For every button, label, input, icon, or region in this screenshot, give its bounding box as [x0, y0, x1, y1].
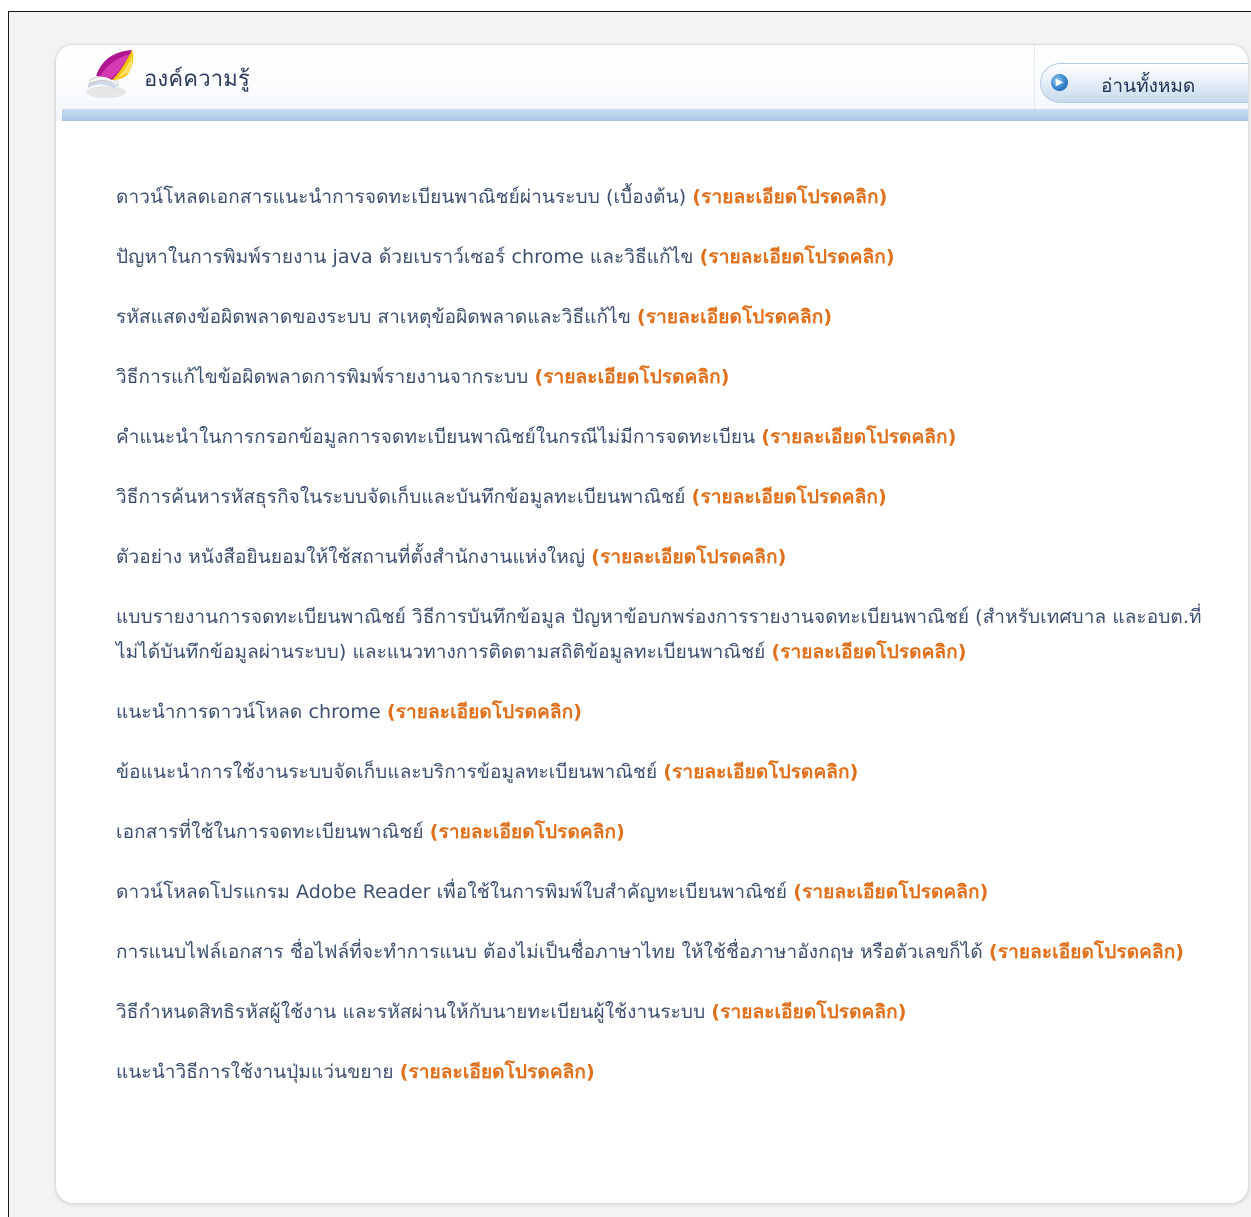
item-link[interactable]: ดาวน์โหลดเอกสารแนะนำการจดทะเบียนพาณิชย์ผ…: [116, 186, 686, 208]
panel-header: องค์ความรู้ ▶ อ่านทั้งหมด: [56, 45, 1248, 121]
item-link[interactable]: รหัสแสดงข้อผิดพลาดของระบบ สาเหตุข้อผิดพล…: [116, 306, 631, 328]
detail-link[interactable]: (รายละเอียดโปรดคลิก): [591, 546, 786, 568]
detail-link[interactable]: (รายละเอียดโปรดคลิก): [761, 426, 956, 448]
list-item: คำแนะนำในการกรอกข้อมูลการจดทะเบียนพาณิชย…: [116, 420, 1216, 455]
detail-link[interactable]: (รายละเอียดโปรดคลิก): [700, 246, 895, 268]
knowledge-panel: องค์ความรู้ ▶ อ่านทั้งหมด ดาวน์โหลดเอกสา…: [55, 44, 1249, 1204]
read-all-button[interactable]: ▶ อ่านทั้งหมด: [1040, 63, 1248, 103]
item-link[interactable]: การแนบไฟล์เอกสาร ชื่อไฟล์ที่จะทำการแนบ ต…: [116, 941, 983, 963]
item-link[interactable]: แบบรายงานการจดทะเบียนพาณิชย์ วิธีการบันท…: [116, 606, 1202, 663]
list-item: การแนบไฟล์เอกสาร ชื่อไฟล์ที่จะทำการแนบ ต…: [116, 935, 1216, 970]
list-item: ดาวน์โหลดเอกสารแนะนำการจดทะเบียนพาณิชย์ผ…: [116, 180, 1216, 215]
item-link[interactable]: เอกสารที่ใช้ในการจดทะเบียนพาณิชย์: [116, 821, 424, 843]
list-item: วิธีการแก้ไขข้อผิดพลาดการพิมพ์รายงานจากร…: [116, 360, 1216, 395]
item-link[interactable]: วิธีการค้นหารหัสธุรกิจในระบบจัดเก็บและบั…: [116, 486, 686, 508]
list-item: วิธีกำหนดสิทธิรหัสผู้ใช้งาน และรหัสผ่านใ…: [116, 995, 1216, 1030]
play-arrow-icon: ▶: [1051, 74, 1068, 91]
detail-link[interactable]: (รายละเอียดโปรดคลิก): [400, 1061, 595, 1083]
item-link[interactable]: วิธีกำหนดสิทธิรหัสผู้ใช้งาน และรหัสผ่านใ…: [116, 1001, 705, 1023]
list-item: วิธีการค้นหารหัสธุรกิจในระบบจัดเก็บและบั…: [116, 480, 1216, 515]
detail-link[interactable]: (รายละเอียดโปรดคลิก): [692, 186, 887, 208]
detail-link[interactable]: (รายละเอียดโปรดคลิก): [637, 306, 832, 328]
list-item: ข้อแนะนำการใช้งานระบบจัดเก็บและบริการข้อ…: [116, 755, 1216, 790]
list-item: ตัวอย่าง หนังสือยินยอมให้ใช้สถานที่ตั้งส…: [116, 540, 1216, 575]
list-item: เอกสารที่ใช้ในการจดทะเบียนพาณิชย์ (รายละ…: [116, 815, 1216, 850]
detail-link[interactable]: (รายละเอียดโปรดคลิก): [989, 941, 1184, 963]
open-book-logo-icon: [86, 50, 134, 98]
detail-link[interactable]: (รายละเอียดโปรดคลิก): [692, 486, 887, 508]
detail-link[interactable]: (รายละเอียดโปรดคลิก): [711, 1001, 906, 1023]
item-link[interactable]: คำแนะนำในการกรอกข้อมูลการจดทะเบียนพาณิชย…: [116, 426, 755, 448]
detail-link[interactable]: (รายละเอียดโปรดคลิก): [430, 821, 625, 843]
item-link[interactable]: ดาวน์โหลดโปรแกรม Adobe Reader เพื่อใช้ใน…: [116, 881, 787, 903]
read-all-label: อ่านทั้งหมด: [1101, 75, 1196, 97]
detail-link[interactable]: (รายละเอียดโปรดคลิก): [534, 366, 729, 388]
detail-link[interactable]: (รายละเอียดโปรดคลิก): [793, 881, 988, 903]
item-link[interactable]: ตัวอย่าง หนังสือยินยอมให้ใช้สถานที่ตั้งส…: [116, 546, 585, 568]
detail-link[interactable]: (รายละเอียดโปรดคลิก): [771, 641, 966, 663]
detail-link[interactable]: (รายละเอียดโปรดคลิก): [663, 761, 858, 783]
list-item: รหัสแสดงข้อผิดพลาดของระบบ สาเหตุข้อผิดพล…: [116, 300, 1216, 335]
list-item: แบบรายงานการจดทะเบียนพาณิชย์ วิธีการบันท…: [116, 600, 1216, 670]
detail-link[interactable]: (รายละเอียดโปรดคลิก): [387, 701, 582, 723]
panel-title: องค์ความรู้: [144, 67, 251, 92]
list-item: แนะนำวิธีการใช้งานปุ่มแว่นขยาย (รายละเอี…: [116, 1055, 1216, 1090]
list-item: ปัญหาในการพิมพ์รายงาน java ด้วยเบราว์เซอ…: [116, 240, 1216, 275]
item-link[interactable]: แนะนำวิธีการใช้งานปุ่มแว่นขยาย: [116, 1061, 394, 1083]
knowledge-list: ดาวน์โหลดเอกสารแนะนำการจดทะเบียนพาณิชย์ผ…: [116, 180, 1216, 1115]
item-link[interactable]: วิธีการแก้ไขข้อผิดพลาดการพิมพ์รายงานจากร…: [116, 366, 528, 388]
item-link[interactable]: ปัญหาในการพิมพ์รายงาน java ด้วยเบราว์เซอ…: [116, 246, 693, 268]
item-link[interactable]: ข้อแนะนำการใช้งานระบบจัดเก็บและบริการข้อ…: [116, 761, 657, 783]
list-item: ดาวน์โหลดโปรแกรม Adobe Reader เพื่อใช้ใน…: [116, 875, 1216, 910]
window-frame: องค์ความรู้ ▶ อ่านทั้งหมด ดาวน์โหลดเอกสา…: [8, 11, 1251, 1217]
item-link[interactable]: แนะนำการดาวน์โหลด chrome: [116, 701, 381, 723]
header-accent-bar: [62, 109, 1248, 121]
list-item: แนะนำการดาวน์โหลด chrome (รายละเอียดโปรด…: [116, 695, 1216, 730]
